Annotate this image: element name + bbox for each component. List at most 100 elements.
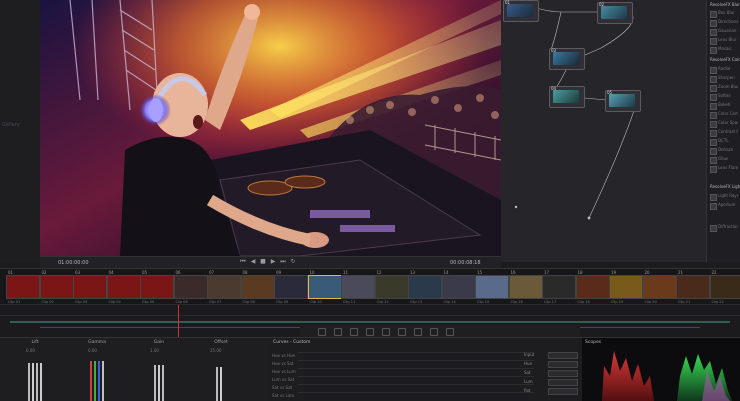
clip-number: 05 xyxy=(142,270,147,275)
library-item[interactable]: Aperture xyxy=(710,202,738,209)
curve-setting[interactable]: Sat xyxy=(524,370,578,375)
library-item[interactable]: Color Space xyxy=(710,120,738,127)
node-03[interactable]: 03 xyxy=(549,48,585,70)
curve-row[interactable]: Lum vs Sat xyxy=(298,376,534,383)
library-item[interactable]: Dehaze xyxy=(710,147,738,154)
library-item[interactable]: Diffraction xyxy=(710,224,738,231)
clip-thumbnail[interactable]: 22Clip 22 xyxy=(710,275,740,299)
clip-thumbnail[interactable]: 04Clip 04 xyxy=(107,275,141,299)
skip-back-icon[interactable]: ⏮ xyxy=(240,259,246,265)
clip-thumbnail[interactable]: 13Clip 13 xyxy=(408,275,442,299)
curves-panel: Curves - Custom Hue vs Hue Hue vs Sat Hu… xyxy=(270,337,582,401)
clip-number: 20 xyxy=(645,270,650,275)
curve-setting[interactable]: Hue xyxy=(524,361,578,366)
skip-forward-icon[interactable]: ⏭ xyxy=(280,259,286,265)
clip-thumbnail[interactable]: 15Clip 15 xyxy=(475,275,509,299)
library-item[interactable]: Mosaic xyxy=(710,46,738,53)
warper-tool-icon[interactable] xyxy=(334,328,342,336)
clip-number: 12 xyxy=(377,270,382,275)
clip-number: 15 xyxy=(477,270,482,275)
clip-thumbnail[interactable]: 20Clip 20 xyxy=(643,275,677,299)
library-item[interactable]: Zoom Blur xyxy=(710,84,738,91)
clip-thumbnail[interactable]: 02Clip 02 xyxy=(40,275,74,299)
library-item[interactable]: Light Rays xyxy=(710,193,738,200)
key-tool-icon[interactable] xyxy=(414,328,422,336)
lift-wheel[interactable]: Lift 0.00 xyxy=(4,338,66,401)
stop-icon[interactable]: ■ xyxy=(260,259,266,265)
clip-number: 09 xyxy=(276,270,281,275)
clip-number: 13 xyxy=(410,270,415,275)
clip-thumbnail[interactable]: 14Clip 14 xyxy=(442,275,476,299)
qualifier-tool-icon[interactable] xyxy=(350,328,358,336)
clip-thumbnail[interactable]: 10Clip 10 xyxy=(308,275,342,299)
library-item[interactable]: Directional xyxy=(710,19,738,26)
step-back-icon[interactable]: ◀ xyxy=(250,259,256,265)
curve-row[interactable]: Hue vs Sat xyxy=(298,360,534,367)
clip-number: 08 xyxy=(243,270,248,275)
library-item[interactable]: Radial xyxy=(710,66,738,73)
gamma-wheel[interactable]: Gamma 0.00 xyxy=(66,338,128,401)
clip-thumbnail[interactable]: 19Clip 19 xyxy=(609,275,643,299)
library-section-2: ResolveFX Color xyxy=(710,57,740,62)
library-item[interactable]: DCTL xyxy=(710,138,738,145)
clip-thumbnail[interactable]: 01Clip 01 xyxy=(6,275,40,299)
node-02[interactable]: 02 xyxy=(597,2,633,24)
clip-thumbnail[interactable]: 21Clip 21 xyxy=(676,275,710,299)
clip-thumbnail[interactable]: 11Clip 11 xyxy=(341,275,375,299)
library-item[interactable]: Contrast Pop xyxy=(710,129,738,136)
curve-row[interactable]: Hue vs Hue xyxy=(298,352,534,359)
playhead[interactable] xyxy=(178,305,179,337)
clip-thumbnail[interactable]: 12Clip 12 xyxy=(375,275,409,299)
offset-wheel[interactable]: Offset 25.00 xyxy=(190,338,252,401)
play-icon[interactable]: ▶ xyxy=(270,259,276,265)
clip-number: 02 xyxy=(42,270,47,275)
curve-row[interactable]: Sat vs Sat xyxy=(298,384,534,391)
library-item[interactable]: Lens Blur xyxy=(710,37,738,44)
node-05[interactable]: 05 xyxy=(605,90,641,112)
curve-setting[interactable]: Rot xyxy=(524,388,578,393)
library-section-3: ResolveFX Light xyxy=(710,184,740,189)
effects-library: ResolveFX Blur Box Blur Directional Gaus… xyxy=(706,0,740,262)
library-item[interactable]: Box Blur xyxy=(710,10,738,17)
library-item[interactable]: Gaussian xyxy=(710,28,738,35)
sizing-tool-icon[interactable] xyxy=(430,328,438,336)
clip-thumbnail[interactable]: 05Clip 05 xyxy=(140,275,174,299)
viewer-frame xyxy=(40,0,501,256)
node-04[interactable]: 04 xyxy=(549,86,585,108)
library-section-1: ResolveFX Blur xyxy=(710,2,740,7)
clip-number: 11 xyxy=(343,270,348,275)
curve-row[interactable]: Sat vs Lum xyxy=(298,392,534,399)
loop-icon[interactable]: ↻ xyxy=(290,259,296,265)
curve-setting[interactable]: Input xyxy=(524,352,578,357)
clip-thumbnail[interactable]: 09Clip 09 xyxy=(274,275,308,299)
clip-thumbnail[interactable]: 18Clip 18 xyxy=(576,275,610,299)
library-item[interactable]: Glow xyxy=(710,156,738,163)
library-item[interactable]: Bokeh xyxy=(710,102,738,109)
clip-number: 18 xyxy=(578,270,583,275)
3d-tool-icon[interactable] xyxy=(446,328,454,336)
node-connections xyxy=(501,0,706,262)
clip-thumbnail[interactable]: 07Clip 07 xyxy=(207,275,241,299)
window-tool-icon[interactable] xyxy=(366,328,374,336)
clip-thumbnail[interactable]: 16Clip 16 xyxy=(509,275,543,299)
library-item[interactable]: Sharpen xyxy=(710,75,738,82)
curves-tool-icon[interactable] xyxy=(318,328,326,336)
clip-thumbnail[interactable]: 17Clip 17 xyxy=(542,275,576,299)
node-graph[interactable]: 01 02 03 04 05 xyxy=(501,0,706,262)
clip-thumbnail[interactable]: 03Clip 03 xyxy=(73,275,107,299)
blur-tool-icon[interactable] xyxy=(398,328,406,336)
node-01[interactable]: 01 xyxy=(503,0,539,22)
library-item[interactable]: Color Comp xyxy=(710,111,738,118)
timecode-left: 01:00:00:00 xyxy=(58,260,89,266)
gain-wheel[interactable]: Gain 1.00 xyxy=(128,338,190,401)
tracker-tool-icon[interactable] xyxy=(382,328,390,336)
curve-row[interactable]: Hue vs Lum xyxy=(298,368,534,375)
clip-thumbnail[interactable]: 06Clip 06 xyxy=(174,275,208,299)
library-item[interactable]: Soften xyxy=(710,93,738,100)
viewer[interactable] xyxy=(40,0,501,256)
palette-tools-bar xyxy=(300,325,580,337)
clip-thumbnail[interactable]: 08Clip 08 xyxy=(241,275,275,299)
curve-setting[interactable]: Lum xyxy=(524,379,578,384)
left-gutter-panel: Gallery xyxy=(0,0,40,262)
library-item[interactable]: Lens Flare xyxy=(710,165,738,172)
